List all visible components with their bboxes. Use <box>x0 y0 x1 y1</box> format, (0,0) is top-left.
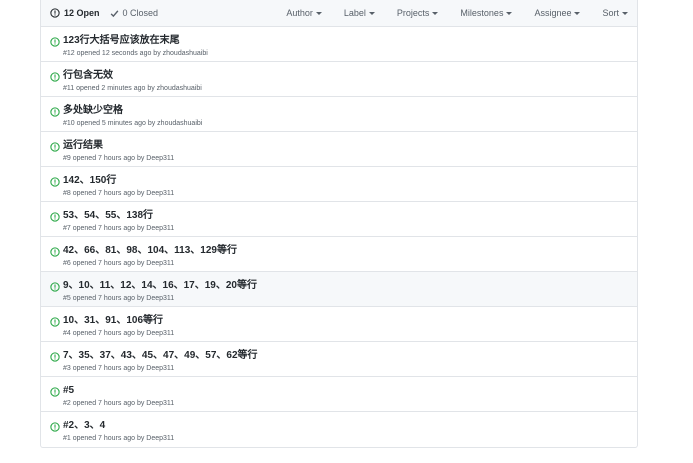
issue-row[interactable]: 9、10、11、12、14、16、17、19、20等行 #5 opened 7 … <box>41 272 637 307</box>
caret-down-icon <box>432 12 439 15</box>
issue-list: 123行大括号应该放在末尾 #12 opened 12 seconds ago … <box>41 27 637 447</box>
issue-title-link[interactable]: 9、10、11、12、14、16、17、19、20等行 <box>63 279 637 292</box>
caret-down-icon <box>574 12 581 15</box>
issue-meta: #7 opened 7 hours ago by Deep311 <box>63 225 175 232</box>
issue-meta: #12 opened 12 seconds ago by zhoudashuai… <box>63 50 208 57</box>
issue-opened-icon <box>50 282 60 292</box>
issue-title-link[interactable]: 多处缺少空格 <box>63 104 637 117</box>
issue-row[interactable]: 运行结果 #9 opened 7 hours ago by Deep311 <box>41 132 637 167</box>
issue-row[interactable]: #5 #2 opened 7 hours ago by Deep311 <box>41 377 637 412</box>
issue-title-link[interactable]: 53、54、55、138行 <box>63 209 637 222</box>
caret-down-icon <box>506 12 513 15</box>
issue-meta: #1 opened 7 hours ago by Deep311 <box>63 435 175 442</box>
state-filters: 12 Open 0 Closed <box>50 8 158 18</box>
author-filter-label: Author <box>286 8 313 18</box>
issue-meta: #5 opened 7 hours ago by Deep311 <box>63 295 175 302</box>
issue-title-link[interactable]: 运行结果 <box>63 139 637 152</box>
issue-title-link[interactable]: 123行大括号应该放在末尾 <box>63 34 637 47</box>
issue-opened-icon <box>50 8 60 18</box>
issue-meta: #11 opened 2 minutes ago by zhoudashuaib… <box>63 85 202 92</box>
issue-meta: #2 opened 7 hours ago by Deep311 <box>63 400 175 407</box>
assignee-filter[interactable]: Assignee <box>534 8 581 18</box>
issue-opened-icon <box>50 142 60 152</box>
issue-row[interactable]: 42、66、81、98、104、113、129等行 #6 opened 7 ho… <box>41 237 637 272</box>
issue-title-link[interactable]: #2、3、4 <box>63 419 637 432</box>
author-filter[interactable]: Author <box>286 8 322 18</box>
issue-opened-icon <box>50 37 60 47</box>
issues-toolbar: 12 Open 0 Closed Author Label Projects M… <box>41 0 637 27</box>
issue-row[interactable]: 多处缺少空格 #10 opened 5 minutes ago by zhoud… <box>41 97 637 132</box>
closed-issues-label: 0 Closed <box>122 8 159 18</box>
assignee-filter-label: Assignee <box>534 8 572 18</box>
issue-meta: #10 opened 5 minutes ago by zhoudashuaib… <box>63 120 203 127</box>
issue-meta: #6 opened 7 hours ago by Deep311 <box>63 260 175 267</box>
issue-title-link[interactable]: 行包含无效 <box>63 69 637 82</box>
issue-opened-icon <box>50 212 60 222</box>
issue-title-link[interactable]: #5 <box>63 384 637 397</box>
issue-opened-icon <box>50 177 60 187</box>
label-filter[interactable]: Label <box>344 8 375 18</box>
issues-panel: 12 Open 0 Closed Author Label Projects M… <box>40 0 638 448</box>
issue-opened-icon <box>50 72 60 82</box>
issue-opened-icon <box>50 107 60 117</box>
issue-row[interactable]: 142、150行 #8 opened 7 hours ago by Deep31… <box>41 167 637 202</box>
filter-menus: Author Label Projects Milestones Assigne… <box>286 8 628 18</box>
sort-filter[interactable]: Sort <box>602 8 628 18</box>
issue-title-link[interactable]: 42、66、81、98、104、113、129等行 <box>63 244 637 257</box>
sort-filter-label: Sort <box>602 8 619 18</box>
issue-title-link[interactable]: 142、150行 <box>63 174 637 187</box>
issue-opened-icon <box>50 247 60 257</box>
milestones-filter-label: Milestones <box>460 8 504 18</box>
issue-meta: #9 opened 7 hours ago by Deep311 <box>63 155 175 162</box>
issue-row[interactable]: 10、31、91、106等行 #4 opened 7 hours ago by … <box>41 307 637 342</box>
issue-opened-icon <box>50 387 60 397</box>
issue-opened-icon <box>50 422 60 432</box>
open-issues-label: 12 Open <box>64 8 100 18</box>
issue-title-link[interactable]: 10、31、91、106等行 <box>63 314 637 327</box>
open-issues-tab[interactable]: 12 Open <box>50 8 100 18</box>
issue-meta: #3 opened 7 hours ago by Deep311 <box>63 365 175 372</box>
projects-filter[interactable]: Projects <box>397 8 439 18</box>
label-filter-label: Label <box>343 8 366 18</box>
issue-row[interactable]: 7、35、37、43、45、47、49、57、62等行 #3 opened 7 … <box>41 342 637 377</box>
caret-down-icon <box>368 12 375 15</box>
issue-row[interactable]: 53、54、55、138行 #7 opened 7 hours ago by D… <box>41 202 637 237</box>
issue-opened-icon <box>50 317 60 327</box>
issue-title-link[interactable]: 7、35、37、43、45、47、49、57、62等行 <box>63 349 637 362</box>
closed-issues-tab[interactable]: 0 Closed <box>110 8 159 18</box>
issue-row[interactable]: 123行大括号应该放在末尾 #12 opened 12 seconds ago … <box>41 27 637 62</box>
caret-down-icon <box>622 12 628 15</box>
issue-row[interactable]: #2、3、4 #1 opened 7 hours ago by Deep311 <box>41 412 637 447</box>
projects-filter-label: Projects <box>396 8 430 18</box>
issue-row[interactable]: 行包含无效 #11 opened 2 minutes ago by zhouda… <box>41 62 637 97</box>
issue-opened-icon <box>50 352 60 362</box>
issue-meta: #4 opened 7 hours ago by Deep311 <box>63 330 175 337</box>
milestones-filter[interactable]: Milestones <box>460 8 513 18</box>
issue-meta: #8 opened 7 hours ago by Deep311 <box>63 190 175 197</box>
caret-down-icon <box>315 12 322 15</box>
check-icon <box>110 9 118 17</box>
